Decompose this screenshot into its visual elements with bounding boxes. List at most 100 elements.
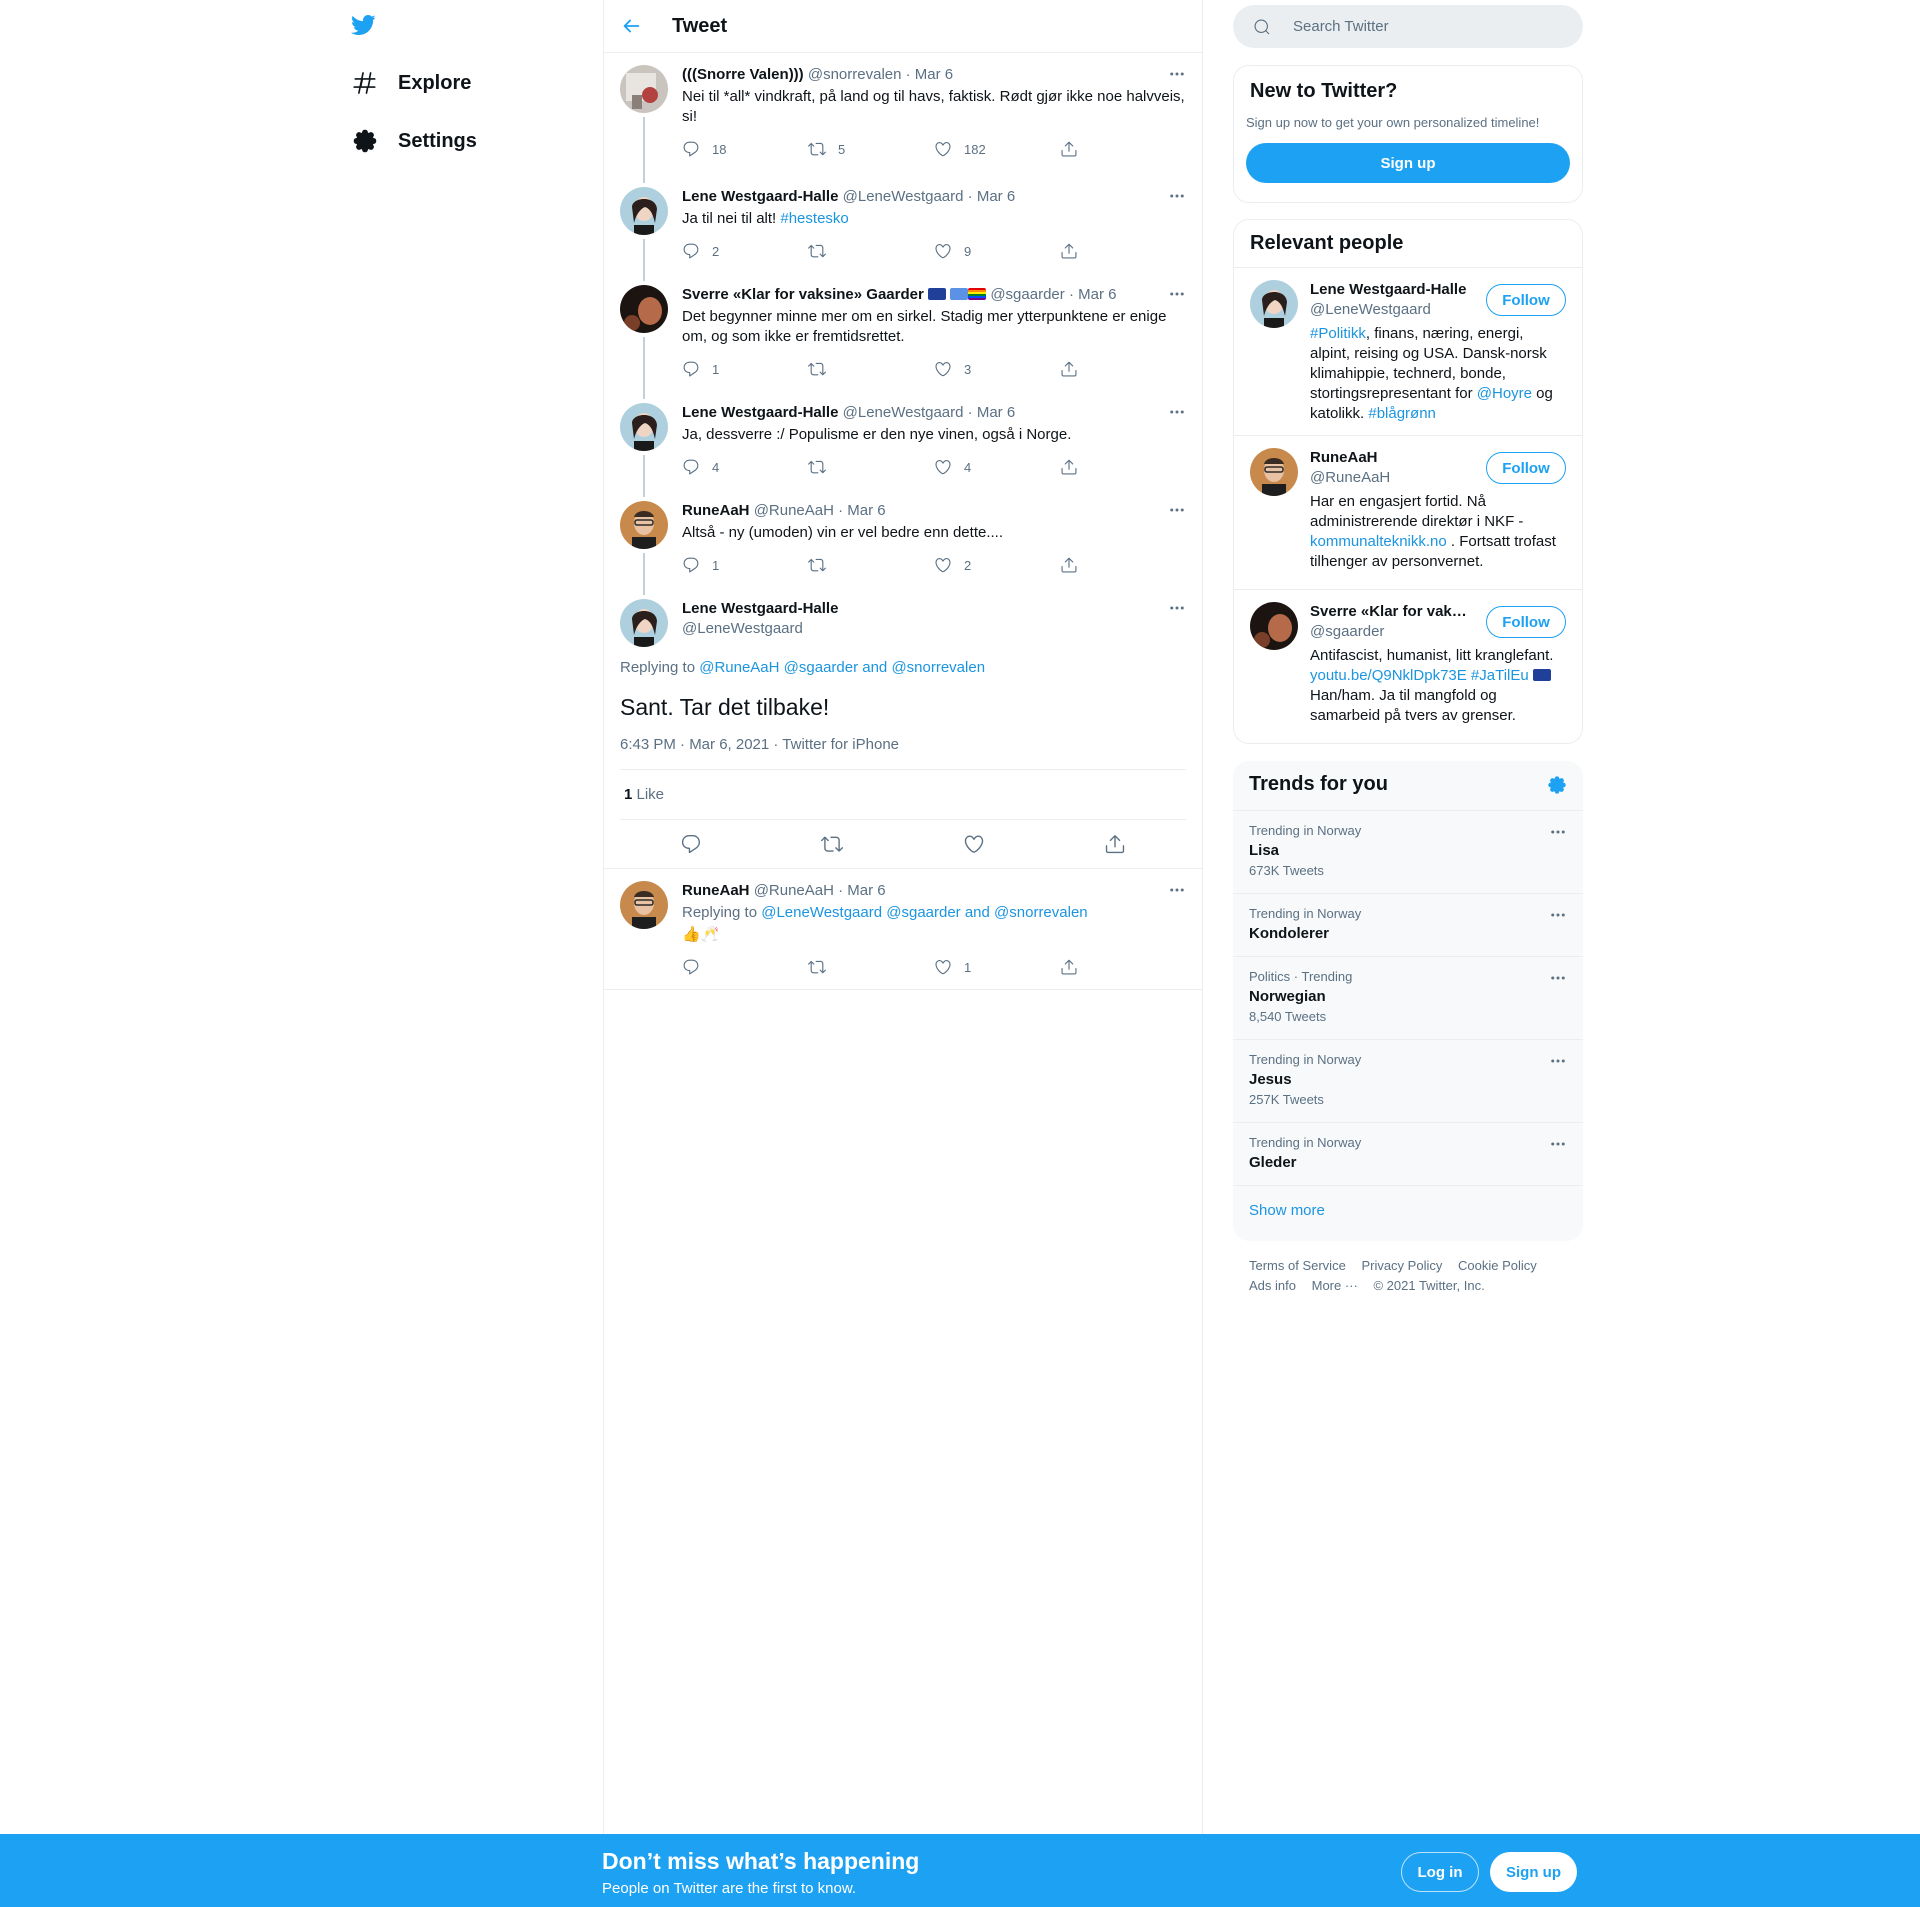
- retweet-button[interactable]: [808, 958, 934, 976]
- share-button[interactable]: [1060, 140, 1186, 158]
- replying-to-links[interactable]: @LeneWestgaard @sgaarder and @snorrevale…: [761, 904, 1087, 921]
- bio-link[interactable]: #blågrønn: [1368, 405, 1436, 422]
- trend-item[interactable]: Trending in Norway Jesus 257K Tweets: [1233, 1040, 1583, 1123]
- avatar[interactable]: [620, 187, 668, 235]
- more-icon[interactable]: [1549, 969, 1567, 987]
- reply-button[interactable]: 18: [682, 140, 808, 158]
- author-name[interactable]: RuneAaH: [682, 882, 750, 899]
- thread-tweet[interactable]: Sverre «Klar for vaksine» Gaarder @sgaar…: [604, 273, 1202, 391]
- author-handle[interactable]: @snorrevalen: [808, 66, 902, 83]
- bio-link[interactable]: youtu.be/Q9NklDpk73E: [1310, 667, 1467, 684]
- retweet-icon[interactable]: [821, 833, 843, 855]
- avatar[interactable]: [1250, 602, 1298, 650]
- avatar[interactable]: [620, 881, 668, 929]
- tweet-date[interactable]: · Mar 6: [838, 502, 886, 519]
- like-button[interactable]: 2: [934, 556, 1060, 574]
- twitter-logo-icon[interactable]: [348, 12, 378, 38]
- reply-button[interactable]: [682, 958, 808, 976]
- focused-author[interactable]: Lene Westgaard-Halle @LeneWestgaard: [682, 599, 1186, 639]
- like-button[interactable]: 182: [934, 140, 1060, 158]
- heart-icon[interactable]: [963, 833, 985, 855]
- person-name[interactable]: Sverre «Klar for vaksine» Gaarder: [1310, 602, 1470, 622]
- thread-tweet[interactable]: Lene Westgaard-Halle @LeneWestgaard · Ma…: [604, 391, 1202, 489]
- gear-icon[interactable]: [1547, 775, 1567, 795]
- trend-item[interactable]: Trending in Norway Kondolerer: [1233, 894, 1583, 957]
- footer-link-privacy[interactable]: Privacy Policy: [1361, 1258, 1442, 1273]
- more-icon[interactable]: [1168, 65, 1186, 83]
- trend-item[interactable]: Politics · Trending Norwegian 8,540 Twee…: [1233, 957, 1583, 1040]
- bottom-signup-button[interactable]: Sign up: [1490, 1852, 1577, 1892]
- retweet-button[interactable]: [808, 556, 934, 574]
- author-name[interactable]: Lene Westgaard-Halle: [682, 599, 1186, 619]
- reply-button[interactable]: 1: [682, 556, 808, 574]
- reply-button[interactable]: 2: [682, 242, 808, 260]
- share-button[interactable]: [1060, 360, 1186, 378]
- footer-link-ads[interactable]: Ads info: [1249, 1278, 1296, 1293]
- more-icon[interactable]: [1168, 599, 1186, 617]
- thread-tweet[interactable]: (((Snorre Valen))) @snorrevalen · Mar 6 …: [604, 53, 1202, 175]
- more-icon[interactable]: [1168, 881, 1186, 899]
- more-icon[interactable]: [1168, 285, 1186, 303]
- trend-item[interactable]: Trending in Norway Lisa 673K Tweets: [1233, 811, 1583, 894]
- person-item[interactable]: Lene Westgaard-Halle @LeneWestgaard Foll…: [1234, 268, 1582, 436]
- tweet-date[interactable]: · Mar 6: [1069, 286, 1117, 303]
- share-button[interactable]: [1060, 458, 1186, 476]
- person-item[interactable]: Sverre «Klar for vaksine» Gaarder @sgaar…: [1234, 590, 1582, 743]
- author-name[interactable]: RuneAaH: [682, 502, 750, 519]
- author-handle[interactable]: @LeneWestgaard: [682, 619, 1186, 639]
- avatar[interactable]: [620, 501, 668, 549]
- share-icon[interactable]: [1104, 833, 1126, 855]
- tweet-date[interactable]: · Mar 6: [968, 404, 1016, 421]
- search-input[interactable]: [1293, 18, 1553, 35]
- footer-link-cookie[interactable]: Cookie Policy: [1458, 1258, 1537, 1273]
- author-handle[interactable]: @LeneWestgaard: [843, 188, 964, 205]
- author-name[interactable]: Sverre «Klar for vaksine» Gaarder: [682, 286, 924, 303]
- thread-tweet[interactable]: Lene Westgaard-Halle @LeneWestgaard · Ma…: [604, 175, 1202, 273]
- more-icon[interactable]: [1549, 823, 1567, 841]
- thread-tweet[interactable]: RuneAaH @RuneAaH · Mar 6 Altså - ny (umo…: [604, 489, 1202, 587]
- reply-icon[interactable]: [680, 833, 702, 855]
- author-name[interactable]: Lene Westgaard-Halle: [682, 404, 838, 421]
- author-handle[interactable]: @RuneAaH: [754, 882, 834, 899]
- tweet-date[interactable]: · Mar 6: [968, 188, 1016, 205]
- back-arrow-icon[interactable]: [620, 15, 642, 37]
- tweet-meta[interactable]: 6:43 PM · Mar 6, 2021 · Twitter for iPho…: [620, 736, 1186, 770]
- like-button[interactable]: 9: [934, 242, 1060, 260]
- bio-link[interactable]: kommunalteknikk.no: [1310, 533, 1447, 550]
- avatar[interactable]: [1250, 448, 1298, 496]
- more-icon[interactable]: [1549, 906, 1567, 924]
- more-icon[interactable]: [1549, 1052, 1567, 1070]
- avatar[interactable]: [620, 403, 668, 451]
- share-button[interactable]: [1060, 958, 1186, 976]
- retweet-button[interactable]: 5: [808, 140, 934, 158]
- footer-link-more[interactable]: More ···: [1312, 1278, 1358, 1293]
- follow-button[interactable]: Follow: [1486, 452, 1566, 484]
- reply-button[interactable]: 4: [682, 458, 808, 476]
- like-button[interactable]: 4: [934, 458, 1060, 476]
- share-button[interactable]: [1060, 242, 1186, 260]
- share-button[interactable]: [1060, 556, 1186, 574]
- avatar[interactable]: [620, 65, 668, 113]
- follow-button[interactable]: Follow: [1486, 284, 1566, 316]
- author-name[interactable]: (((Snorre Valen))): [682, 66, 804, 83]
- bio-link[interactable]: #Politikk: [1310, 325, 1366, 342]
- reply-tweet[interactable]: RuneAaH @RuneAaH · Mar 6 Replying to @Le…: [604, 869, 1202, 990]
- more-icon[interactable]: [1168, 187, 1186, 205]
- avatar[interactable]: [620, 285, 668, 333]
- avatar[interactable]: [1250, 280, 1298, 328]
- hashtag-link[interactable]: #hestesko: [780, 210, 848, 227]
- retweet-button[interactable]: [808, 458, 934, 476]
- like-button[interactable]: 3: [934, 360, 1060, 378]
- show-more-link[interactable]: Show more: [1233, 1186, 1583, 1235]
- login-button[interactable]: Log in: [1401, 1852, 1479, 1892]
- author-handle[interactable]: @sgaarder: [990, 286, 1064, 303]
- retweet-button[interactable]: [808, 242, 934, 260]
- tweet-date[interactable]: · Mar 6: [906, 66, 954, 83]
- nav-explore[interactable]: Explore: [340, 59, 483, 107]
- search-bar[interactable]: [1233, 5, 1583, 48]
- author-handle[interactable]: @LeneWestgaard: [843, 404, 964, 421]
- nav-settings[interactable]: Settings: [340, 117, 489, 165]
- trend-item[interactable]: Trending in Norway Gleder: [1233, 1123, 1583, 1186]
- person-name[interactable]: Lene Westgaard-Halle: [1310, 280, 1470, 300]
- more-icon[interactable]: [1549, 1135, 1567, 1153]
